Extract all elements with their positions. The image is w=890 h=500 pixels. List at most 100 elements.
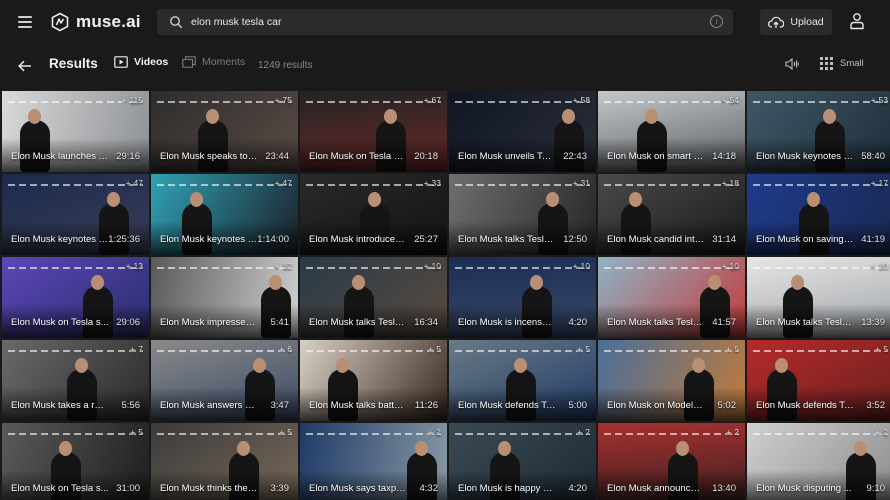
video-icon bbox=[114, 56, 128, 68]
video-title: Elon Musk takes a rep... bbox=[11, 400, 109, 411]
video-title: Elon Musk is incensed... bbox=[458, 317, 556, 328]
moments-count: +10 bbox=[722, 261, 739, 271]
video-card[interactable]: +6 Elon Musk answers cri... 3:47 bbox=[151, 340, 298, 421]
moments-count: +5 bbox=[726, 344, 739, 354]
video-title: Elon Musk talks Tesla ... bbox=[756, 317, 854, 328]
video-card[interactable]: +2 Elon Musk disputing ... 9:10 bbox=[747, 423, 890, 500]
person-head bbox=[530, 275, 543, 290]
plus-icon: + bbox=[572, 95, 578, 105]
moments-timeline bbox=[8, 350, 143, 352]
waveform-icon[interactable] bbox=[785, 57, 799, 71]
person-head bbox=[269, 275, 282, 290]
moments-timeline bbox=[8, 184, 143, 186]
tab-videos[interactable]: Videos bbox=[114, 56, 168, 68]
moments-count: +18 bbox=[722, 178, 739, 188]
thumbnail-size-toggle[interactable]: Small bbox=[820, 57, 864, 70]
moments-count-value: 10 bbox=[580, 261, 590, 271]
video-title: Elon Musk defends Tes... bbox=[756, 400, 854, 411]
video-card[interactable]: +5 Elon Musk thinks the ... 3:39 bbox=[151, 423, 298, 500]
plus-icon: + bbox=[726, 427, 732, 437]
video-card[interactable]: +18 Elon Musk candid inte... 31:14 bbox=[598, 174, 745, 255]
upload-button[interactable]: Upload bbox=[760, 9, 832, 35]
video-duration: 3:52 bbox=[866, 400, 886, 411]
person-head bbox=[107, 192, 120, 207]
menu-icon[interactable] bbox=[18, 12, 38, 32]
video-card[interactable]: +53 Elon Musk keynotes T... 58:40 bbox=[747, 91, 890, 172]
person-head bbox=[91, 275, 104, 290]
user-icon[interactable] bbox=[849, 12, 865, 30]
moments-timeline bbox=[157, 267, 292, 269]
video-card[interactable]: +58 Elon Musk unveils Tes... 22:43 bbox=[449, 91, 596, 172]
moments-count-value: 54 bbox=[729, 95, 739, 105]
video-card[interactable]: +75 Elon Musk speaks to f... 23:44 bbox=[151, 91, 298, 172]
plus-icon: + bbox=[726, 344, 732, 354]
video-card[interactable]: +12 Elon Musk impresses j... 5:41 bbox=[151, 257, 298, 338]
search-bar[interactable]: i bbox=[157, 9, 733, 35]
video-card[interactable]: +2 Elon Musk announces... 13:40 bbox=[598, 423, 745, 500]
video-title: Elon Musk on Tesla s... bbox=[11, 317, 109, 328]
moments-timeline bbox=[157, 433, 292, 435]
person-head bbox=[498, 441, 511, 456]
plus-icon: + bbox=[125, 178, 131, 188]
video-card[interactable]: +5 Elon Musk talks batter... 11:26 bbox=[300, 340, 447, 421]
moments-count: +115 bbox=[121, 95, 143, 105]
search-input[interactable] bbox=[191, 16, 691, 28]
video-card[interactable]: +2 Elon Musk is happy wi... 4:20 bbox=[449, 423, 596, 500]
video-card[interactable]: +115 Elon Musk launches T... 29:16 bbox=[2, 91, 149, 172]
video-title: Elon Musk on smart ro... bbox=[607, 151, 705, 162]
moments-count: +75 bbox=[275, 95, 292, 105]
video-card[interactable]: +33 Elon Musk introduces ... 25:27 bbox=[300, 174, 447, 255]
tab-moments[interactable]: Moments bbox=[182, 56, 245, 68]
moments-count: +5 bbox=[577, 344, 590, 354]
video-card[interactable]: +10 Elon Musk talks Tesla ... 13:39 bbox=[747, 257, 890, 338]
video-card[interactable]: +7 Elon Musk takes a rep... 5:56 bbox=[2, 340, 149, 421]
logo[interactable]: muse.ai bbox=[50, 12, 141, 32]
video-title: Elon Musk answers cri... bbox=[160, 400, 258, 411]
video-card[interactable]: +17 Elon Musk on saving T... 41:19 bbox=[747, 174, 890, 255]
video-card[interactable]: +31 Elon Musk talks Tesla ... 12:50 bbox=[449, 174, 596, 255]
video-card[interactable]: +54 Elon Musk on smart ro... 14:18 bbox=[598, 91, 745, 172]
plus-icon: + bbox=[428, 427, 434, 437]
moments-count-value: 5 bbox=[436, 344, 441, 354]
moments-timeline bbox=[604, 101, 739, 103]
video-title: Elon Musk keynotes T... bbox=[11, 234, 109, 245]
video-card[interactable]: +67 Elon Musk on Tesla wi... 20:18 bbox=[300, 91, 447, 172]
person-head bbox=[645, 109, 658, 124]
video-card[interactable]: +2 Elon Musk says taxpa... 4:32 bbox=[300, 423, 447, 500]
video-duration: 25:27 bbox=[414, 234, 438, 245]
moments-count: +12 bbox=[275, 261, 292, 271]
moments-count: +17 bbox=[871, 178, 888, 188]
moments-timeline bbox=[8, 267, 143, 269]
video-title: Elon Musk impresses j... bbox=[160, 317, 258, 328]
plus-icon: + bbox=[130, 344, 136, 354]
video-card[interactable]: +5 Elon Musk defends Tes... 3:52 bbox=[747, 340, 890, 421]
moments-count-value: 7 bbox=[138, 344, 143, 354]
moments-count: +47 bbox=[126, 178, 143, 188]
app-name: muse.ai bbox=[76, 12, 141, 31]
tab-videos-label: Videos bbox=[134, 56, 169, 68]
moments-timeline bbox=[8, 433, 143, 435]
video-card[interactable]: +5 Elon Musk defends Te... 5:00 bbox=[449, 340, 596, 421]
info-icon[interactable]: i bbox=[710, 15, 723, 28]
video-card[interactable]: +10 Elon Musk is incensed... 4:20 bbox=[449, 257, 596, 338]
back-arrow-icon[interactable] bbox=[17, 58, 33, 74]
moments-timeline bbox=[604, 267, 739, 269]
video-card[interactable]: +47 Elon Musk keynotes T... 1:25:36 bbox=[2, 174, 149, 255]
moments-count-value: 5 bbox=[734, 344, 739, 354]
video-title: Elon Musk disputing ... bbox=[756, 483, 852, 494]
person-head bbox=[692, 358, 705, 373]
moments-count-value: 115 bbox=[129, 95, 143, 105]
video-card[interactable]: +5 Elon Musk on Tesla s... 31:00 bbox=[2, 423, 149, 500]
video-duration: 4:20 bbox=[568, 483, 588, 494]
moments-timeline bbox=[604, 433, 739, 435]
person-head bbox=[629, 192, 642, 207]
video-duration: 29:16 bbox=[116, 151, 140, 162]
moments-timeline bbox=[753, 433, 888, 435]
video-card[interactable]: +10 Elon Musk talks Tesla ... 16:34 bbox=[300, 257, 447, 338]
person-head bbox=[807, 192, 820, 207]
video-card[interactable]: +10 Elon Musk talks Tesla in ... 41:57 bbox=[598, 257, 745, 338]
video-card[interactable]: +5 Elon Musk on Model S L 5:02 bbox=[598, 340, 745, 421]
video-card[interactable]: +47 Elon Musk keynotes T... 1:14:00 bbox=[151, 174, 298, 255]
video-card[interactable]: +13 Elon Musk on Tesla s... 29:06 bbox=[2, 257, 149, 338]
person-head bbox=[237, 441, 250, 456]
